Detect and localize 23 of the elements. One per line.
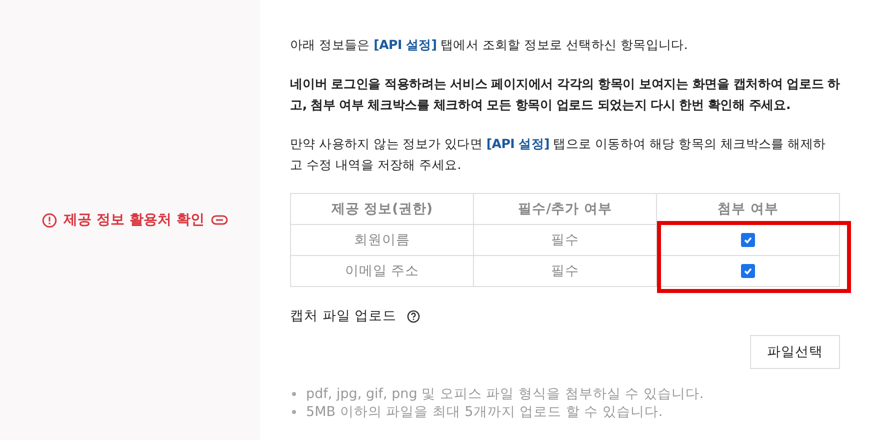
table-cell: 필수 [474,256,656,286]
help-icon[interactable] [406,310,420,322]
note-text: pdf, jpg, gif, png 및 오피스 파일 형식을 첨부하실 수 있습니다. [306,385,704,403]
sidebar-label: 제공 정보 활용처 확인 [64,211,204,229]
file-select-button[interactable]: 파일선택 [750,335,840,369]
link-icon[interactable] [211,215,228,225]
checkbox[interactable] [741,264,755,278]
tab-link[interactable]: [API 설정] [486,136,550,151]
paragraph: 만약 사용하지 않는 정보가 있다면 [API 설정] 탭으로 이동하여 해당 항목의 체크박스를 해제하고 수정 내역을 저장해 주세요. [290,135,827,174]
table-cell: 필수 [474,224,656,256]
check-icon [743,235,753,246]
checkbox[interactable] [741,233,755,248]
note-text: 5MB 이하의 파일을 최대 5개까지 업로드 할 수 있습니다. [306,403,663,421]
paragraph: 네이버 로그인을 적용하려는 서비스 페이지에서 각각의 항목이 보여지는 화면을 캡처하여 업로드 하고, 첨부 여부 체크박스를 체크하여 모든 항목이 업로드 되었는지 다시 한번 확인해 주세요. [290,75,842,114]
column-header: 제공 정보(권한) [290,194,474,224]
upload-label: 캡처 파일 업로드 [290,307,397,325]
check-icon [743,266,753,276]
table-cell: 이메일 주소 [290,256,474,286]
paragraph: 아래 정보들은 [API 설정] 탭에서 조회할 정보로 선택하신 항목입니다. [290,36,689,54]
column-header: 필수/추가 여부 [474,194,656,224]
alert-icon [42,212,57,228]
table-cell: 회원이름 [290,224,474,256]
tab-link[interactable]: [API 설정] [374,37,437,52]
